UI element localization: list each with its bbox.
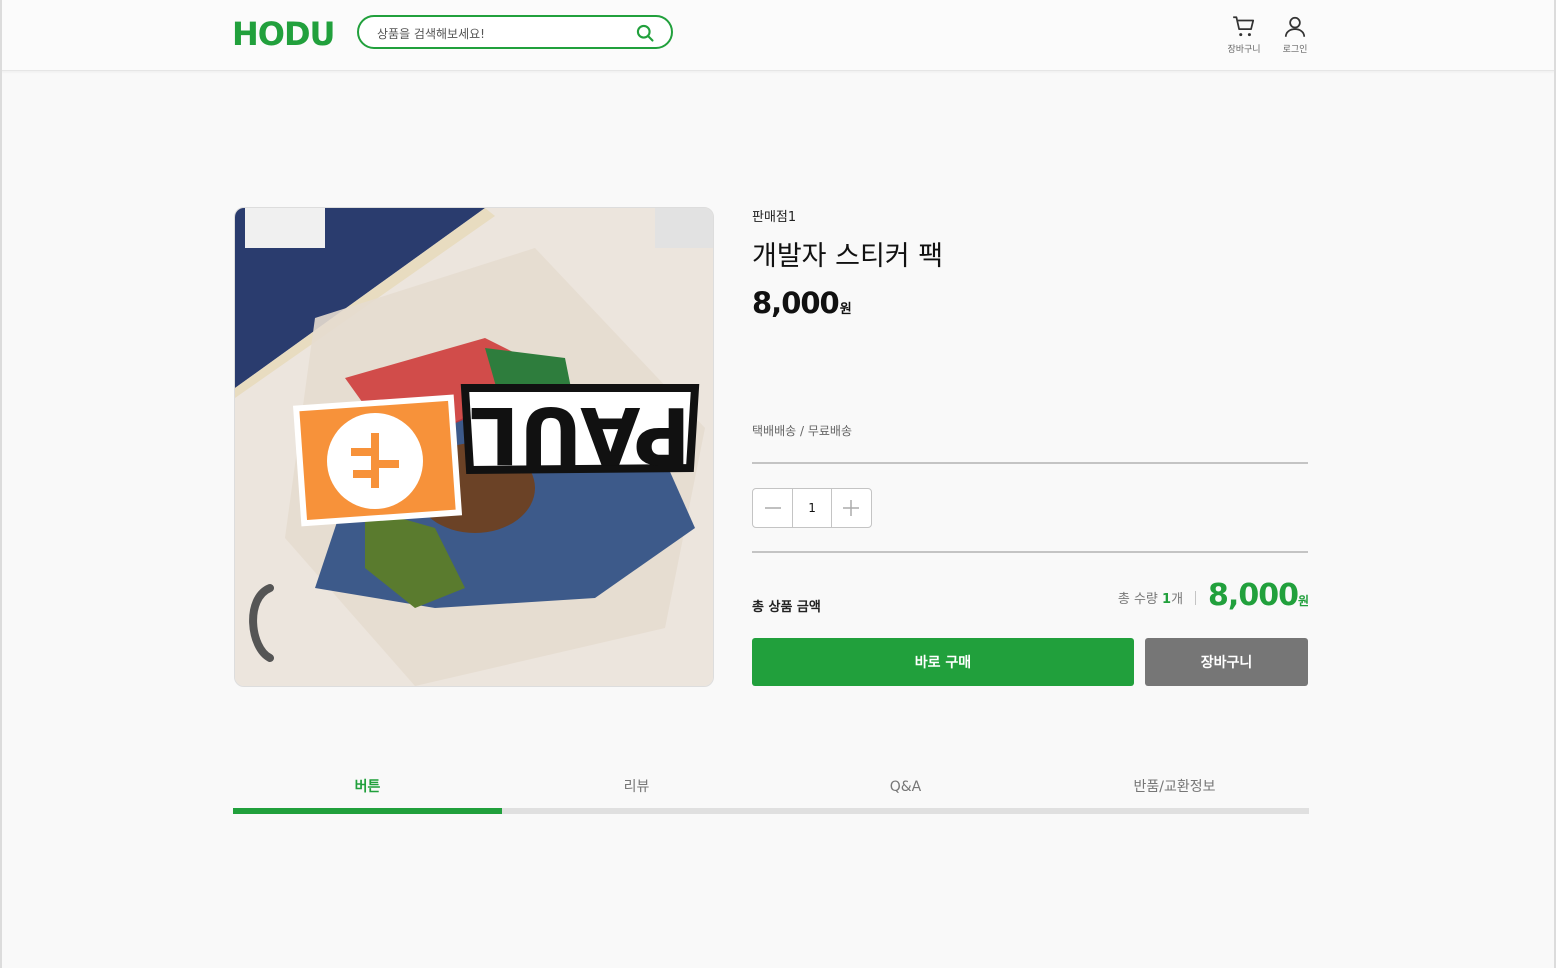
product-tabs: 버튼 리뷰 Q&A 반품/교환정보 <box>233 772 1309 814</box>
header-login-label: 로그인 <box>1282 45 1308 55</box>
product-price-value: 8,000 <box>752 286 840 320</box>
add-to-cart-button[interactable]: 장바구니 <box>1145 638 1308 686</box>
divider <box>752 551 1308 553</box>
search-input[interactable] <box>375 23 629 45</box>
seller-name: 판매점1 <box>752 210 797 225</box>
quantity-stepper: 1 <box>752 488 872 528</box>
quantity-increase-button[interactable] <box>832 489 871 527</box>
sticker-text: PAUL <box>469 389 690 479</box>
header-cart-label: 장바구니 <box>1227 45 1261 55</box>
tab-return-exchange[interactable]: 반품/교환정보 <box>1040 772 1309 814</box>
tab-review[interactable]: 리뷰 <box>502 772 771 814</box>
product-photo: PAUL <box>235 208 713 686</box>
hodu-logo[interactable]: HODU <box>232 16 336 52</box>
search-bar <box>357 15 673 49</box>
product-price-unit: 원 <box>839 302 852 317</box>
total-quantity-value: 1 <box>1162 592 1172 607</box>
search-icon[interactable] <box>635 23 655 43</box>
header-cart-button[interactable]: 장바구니 <box>1224 14 1264 55</box>
quantity-decrease-button[interactable] <box>753 489 792 527</box>
total-summary: 총 수량 1개 8,000원 <box>1118 578 1309 613</box>
minus-icon <box>764 507 781 509</box>
total-price-value: 8,000 <box>1208 578 1299 613</box>
total-price: 8,000원 <box>1208 578 1309 613</box>
buy-now-button[interactable]: 바로 구매 <box>752 638 1134 686</box>
tab-qna[interactable]: Q&A <box>771 772 1040 814</box>
divider <box>1195 591 1197 605</box>
product-image: PAUL <box>234 207 714 687</box>
quantity-value[interactable]: 1 <box>792 489 832 527</box>
user-icon <box>1284 16 1306 37</box>
header-login-button[interactable]: 로그인 <box>1275 14 1315 55</box>
plus-icon <box>843 500 860 516</box>
total-price-unit: 원 <box>1297 594 1309 608</box>
site-header: HODU 장바구니 로그인 <box>0 0 1556 71</box>
product-name: 개발자 스티커 팩 <box>752 241 944 272</box>
tab-button[interactable]: 버튼 <box>233 772 502 814</box>
total-quantity-unit: 개 <box>1171 592 1184 607</box>
total-quantity: 총 수량 1개 <box>1118 588 1183 607</box>
total-quantity-prefix: 총 수량 <box>1117 592 1158 607</box>
shopping-cart-icon <box>1233 16 1255 37</box>
divider <box>752 462 1308 464</box>
total-price-label: 총 상품 금액 <box>752 600 821 615</box>
product-price: 8,000원 <box>752 286 852 320</box>
shipping-info: 택배배송 / 무료배송 <box>752 424 852 438</box>
